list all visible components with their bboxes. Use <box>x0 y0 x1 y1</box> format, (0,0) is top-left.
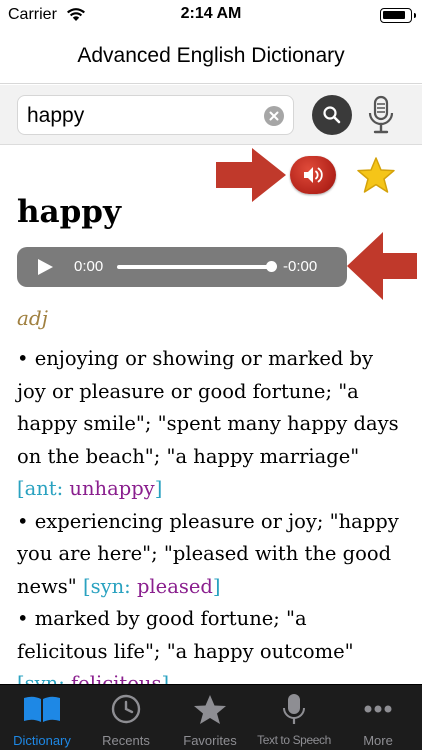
book-icon <box>24 696 60 722</box>
clock-icon <box>111 694 141 724</box>
close-icon <box>269 111 279 121</box>
tab-label: Favorites <box>183 733 237 748</box>
tab-label: Recents <box>102 733 150 748</box>
synonym-open: [syn: <box>17 672 71 684</box>
page-title: Advanced English Dictionary <box>77 44 345 67</box>
tab-favorites[interactable]: Favorites <box>168 685 252 750</box>
synonym-close: ] <box>161 672 170 684</box>
audio-progress-track[interactable] <box>117 265 273 269</box>
star-icon <box>357 157 395 193</box>
tab-label: More <box>363 733 393 748</box>
audio-scrubber-handle[interactable] <box>265 261 277 272</box>
definitions-list: • enjoying or showing or marked by joy o… <box>17 343 402 684</box>
search-bar <box>0 85 422 145</box>
definition-item: • marked by good fortune; "a felicitous … <box>17 603 402 684</box>
search-button[interactable] <box>312 95 352 135</box>
synonym-link[interactable]: pleased <box>137 575 213 598</box>
tab-more[interactable]: More <box>336 685 420 750</box>
navigation-bar: Advanced English Dictionary <box>0 30 422 84</box>
clear-search-button[interactable] <box>264 106 284 126</box>
star-icon <box>194 695 226 724</box>
definition-item: • experiencing pleasure or joy; "happy y… <box>17 506 402 604</box>
antonym-close: ] <box>154 477 163 500</box>
part-of-speech: adj <box>17 306 48 330</box>
synonym-link[interactable]: felicitous <box>71 672 162 684</box>
pointer-arrow-right-icon <box>216 148 286 202</box>
microphone-icon <box>368 95 394 134</box>
definition-text: • marked by good fortune; "a felicitous … <box>17 607 354 663</box>
pointer-arrow-left-icon <box>347 232 417 300</box>
search-icon <box>323 106 341 124</box>
definition-text: • enjoying or showing or marked by joy o… <box>17 347 399 468</box>
synonym-close: ] <box>212 574 221 598</box>
tab-label: Text to Speech <box>257 733 331 747</box>
elapsed-time: 0:00 <box>74 258 104 275</box>
synonym-open: [syn: <box>82 574 137 598</box>
tab-label: Dictionary <box>13 733 71 748</box>
search-field[interactable] <box>17 95 294 135</box>
tab-bar: Dictionary Recents Favorites Text to Spe… <box>0 684 422 750</box>
antonym-open: [ant: <box>17 477 70 500</box>
audio-player: 0:00 -0:00 <box>17 247 347 287</box>
voice-search-button[interactable] <box>366 95 396 137</box>
headword: happy <box>17 194 121 230</box>
favorite-button[interactable] <box>356 156 396 194</box>
play-button[interactable] <box>38 259 53 275</box>
definition-view[interactable]: happy 0:00 -0:00 adj • enjoying or showi… <box>0 146 422 684</box>
tab-text-to-speech[interactable]: Text to Speech <box>252 685 336 750</box>
battery-icon <box>380 8 416 23</box>
clock-time: 2:14 AM <box>180 5 242 22</box>
status-bar: Carrier 2:14 AM <box>0 0 422 30</box>
tab-dictionary[interactable]: Dictionary <box>0 685 84 750</box>
definition-item: • enjoying or showing or marked by joy o… <box>17 343 402 506</box>
remaining-time: -0:00 <box>283 258 318 275</box>
tab-recents[interactable]: Recents <box>84 685 168 750</box>
speaker-icon <box>304 167 323 183</box>
antonym-link[interactable]: unhappy <box>69 477 154 500</box>
more-icon <box>364 705 392 713</box>
search-input[interactable] <box>27 101 257 131</box>
pronounce-button[interactable] <box>290 156 336 194</box>
microphone-icon <box>283 694 305 724</box>
